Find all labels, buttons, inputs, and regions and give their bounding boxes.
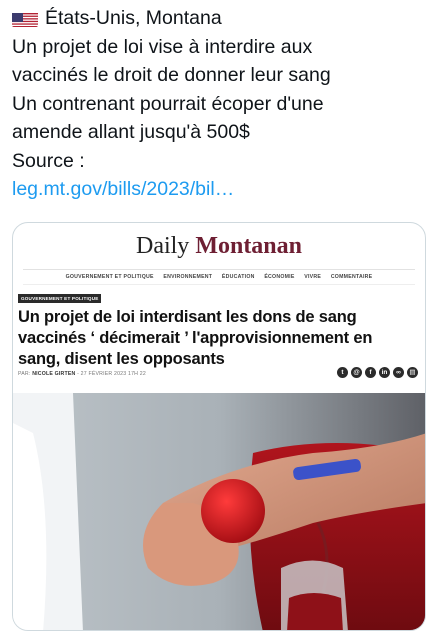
print-icon[interactable]: ▤ [407,367,418,378]
twitter-icon[interactable]: t [337,367,348,378]
nav-item-education[interactable]: ÉDUCATION [222,274,255,280]
tweet-text: États-Unis, Montana Un projet de loi vis… [12,4,428,204]
category-badge: GOUVERNEMENT ET POLITIQUE [18,294,102,303]
site-name-montanan: Montanan [195,233,302,259]
tweet-line-1: Un projet de loi vise à interdire aux [12,35,313,58]
article-photo [13,393,425,630]
tweet-line-2: vaccinés le droit de donner leur sang [12,64,331,86]
link-icon[interactable]: ∞ [393,367,404,378]
nav-divider-bottom [23,284,415,285]
site-name-daily: Daily [135,233,190,259]
site-masthead: Daily Montanan [13,223,425,267]
nav-item-vivre[interactable]: VIVRE [304,274,321,280]
link-preview-card[interactable]: Daily Montanan GOUVERNEMENT ET POLITIQUE… [12,222,426,631]
tweet-source-label: Source : [12,149,85,172]
mail-icon[interactable]: @ [351,367,362,378]
share-icons: t @ f in ∞ ▤ [337,367,418,378]
tweet-line-4: amende allant jusqu'à 500$ [12,121,250,143]
byline-prefix: PAR: [18,371,31,377]
nav-item-gouvernement[interactable]: GOUVERNEMENT ET POLITIQUE [66,274,154,280]
tweet-location-line: États-Unis, Montana [12,4,428,33]
nav-item-environnement[interactable]: ENVIRONNEMENT [163,274,212,280]
us-flag-icon [12,10,38,27]
linkedin-icon[interactable]: in [379,367,390,378]
tweet-source-link[interactable]: leg.mt.gov/bills/2023/bil… [12,175,428,204]
nav-item-economie[interactable]: ÉCONOMIE [264,274,294,280]
article-headline: Un projet de loi interdisant les dons de… [18,308,373,368]
facebook-icon[interactable]: f [365,367,376,378]
site-nav: GOUVERNEMENT ET POLITIQUE ENVIRONNEMENT … [13,270,425,284]
tweet-line-3: Un contrenant pourrait écoper d'une [12,92,324,115]
byline-author: NICOLE GIRTEN [32,371,76,377]
nav-item-commentaire[interactable]: COMMENTAIRE [331,274,373,280]
article-byline: PAR: NICOLE GIRTEN - 27 FÉVRIER 2023 17H… [18,371,146,377]
byline-date: - 27 FÉVRIER 2023 17H 22 [77,371,146,377]
tweet-location: États-Unis, Montana [45,7,222,29]
